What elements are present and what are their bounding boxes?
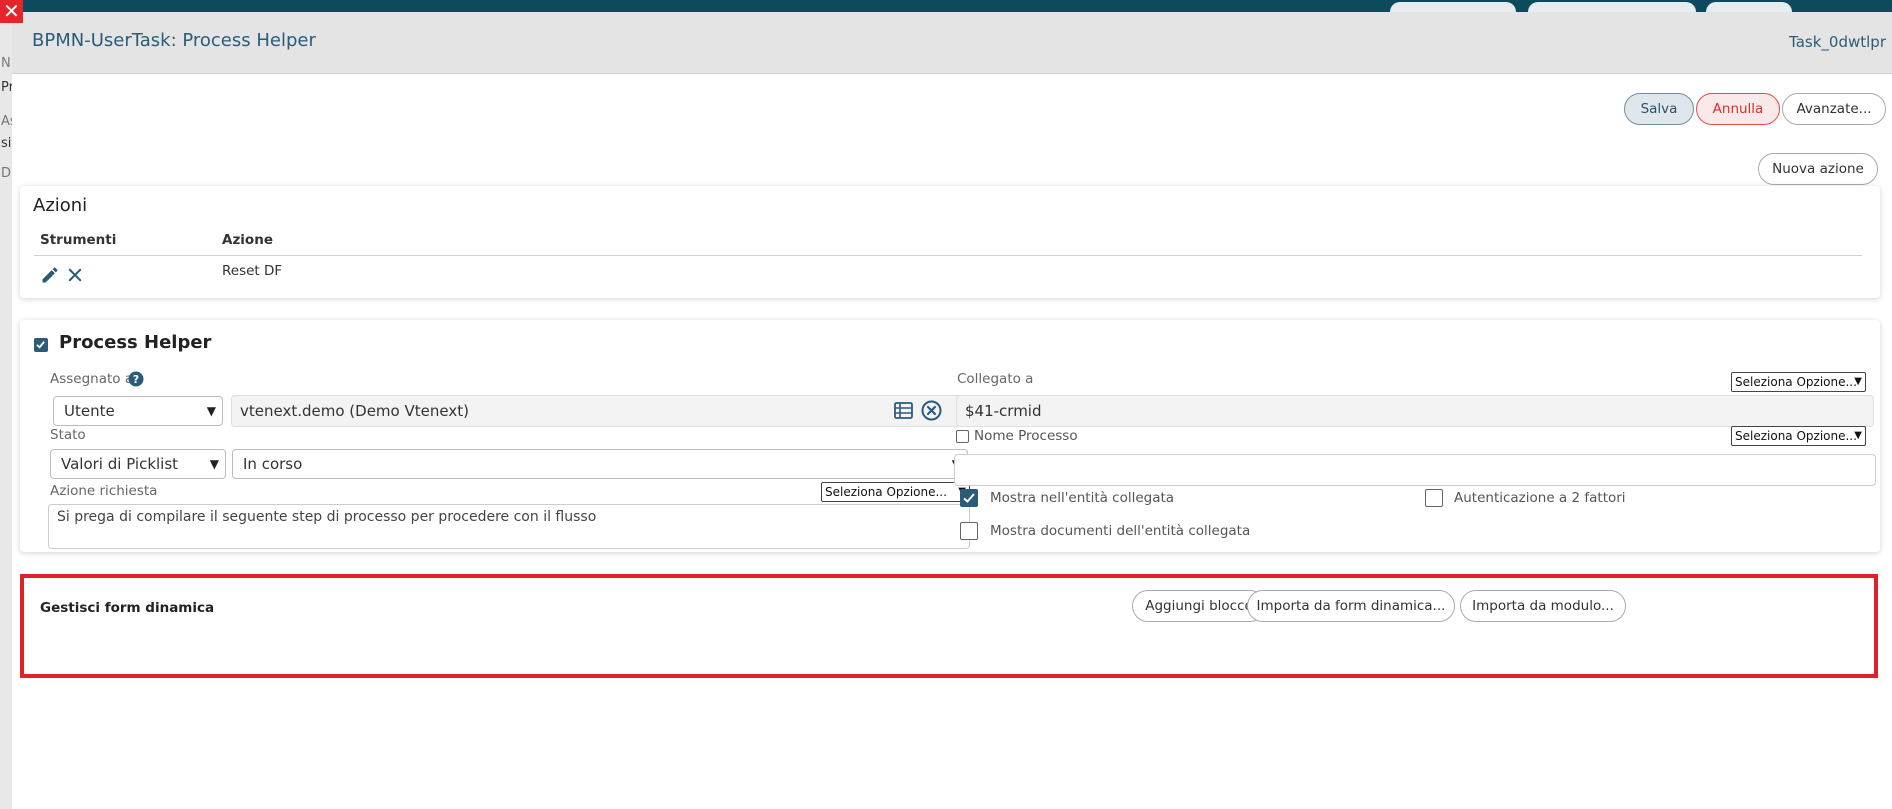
task-id: Task_0dwtlpr [1789,33,1886,51]
close-modal-button[interactable]: ✕ [0,0,23,23]
assigned-label: Assegnato a [50,371,134,387]
process-name-input[interactable] [954,454,1876,486]
action-name: Reset DF [222,263,283,279]
show-docs-checkbox[interactable] [960,522,978,540]
dynamic-form-section: Gestisci form dinamica Aggiungi blocco I… [20,574,1878,678]
required-action-textarea[interactable]: Si prega di compilare il seguente step d… [48,504,970,549]
modal-title: BPMN-UserTask: Process Helper [32,30,316,51]
status-type-select[interactable]: Valori di Picklist ▼ [50,449,226,479]
list-select-icon[interactable] [894,402,913,419]
modal-toolbar: Salva Annulla Avanzate... [12,74,1892,137]
show-linked-checkbox[interactable] [960,489,978,507]
help-icon[interactable]: ? [128,371,144,387]
status-label: Stato [50,427,86,443]
process-helper-checkbox[interactable] [34,338,48,352]
status-value-select[interactable]: In corso▼ [232,449,968,479]
close-icon: ✕ [3,0,20,23]
process-name-option-select[interactable]: Seleziona Opzione... ▼ [1731,426,1866,446]
required-action-option-select[interactable]: Seleziona Opzione...▼ [821,482,970,502]
cancel-button[interactable]: Annulla [1696,93,1780,125]
show-docs-label: Mostra documenti dell'entità collegata [990,523,1251,539]
linked-label: Collegato a [957,371,1034,387]
clear-circle-icon[interactable] [921,400,942,421]
user-task-modal: BPMN-UserTask: Process Helper Task_0dwtl… [12,12,1892,809]
table-divider [34,255,1862,256]
process-name-checkbox[interactable] [956,430,969,443]
import-dynamic-form-button[interactable]: Importa da form dinamica... [1247,590,1455,622]
import-module-button[interactable]: Importa da modulo... [1460,590,1626,622]
show-linked-label: Mostra nell'entità collegata [990,490,1175,506]
assigned-type-select[interactable]: Utente ▼ [53,396,223,426]
save-button[interactable]: Salva [1624,93,1694,125]
two-factor-checkbox[interactable] [1425,489,1443,507]
linked-option-select[interactable]: Seleziona Opzione... ▼ [1731,372,1866,392]
modal-header: BPMN-UserTask: Process Helper Task_0dwtl… [12,12,1892,74]
edit-pencil-icon[interactable] [40,265,60,285]
modal-body: Nuova azione Azioni Strumenti Azione Res… [12,136,1892,809]
actions-title: Azioni [33,195,88,216]
chevron-down-icon: ▼ [206,404,216,418]
delete-x-icon[interactable] [66,266,84,284]
check-icon [36,341,45,349]
chevron-down-icon: ▼ [209,457,219,471]
dynamic-form-title: Gestisci form dinamica [40,600,215,616]
check-icon [963,493,975,503]
chevron-down-icon: ▼ [1854,376,1862,387]
linked-field[interactable]: $41-crmid [956,395,1874,427]
column-header-action: Azione [222,232,273,248]
required-action-label: Azione richiesta [50,483,158,499]
process-name-label: Nome Processo [974,428,1078,444]
process-helper-title: Process Helper [59,332,212,353]
advanced-button[interactable]: Avanzate... [1782,93,1886,125]
svg-text:?: ? [133,373,139,386]
actions-card: Azioni Strumenti Azione Reset DF [20,186,1880,298]
process-helper-card: Process Helper Assegnato a ? Utente ▼ vte… [20,320,1880,552]
add-block-button[interactable]: Aggiungi blocco [1132,590,1266,622]
new-action-button[interactable]: Nuova azione [1758,153,1878,185]
column-header-tools: Strumenti [40,232,117,248]
chevron-down-icon: ▼ [1854,430,1862,441]
assigned-user-field[interactable]: vtenext.demo (Demo Vtenext) [231,395,967,427]
two-factor-label: Autenticazione a 2 fattori [1454,490,1626,506]
